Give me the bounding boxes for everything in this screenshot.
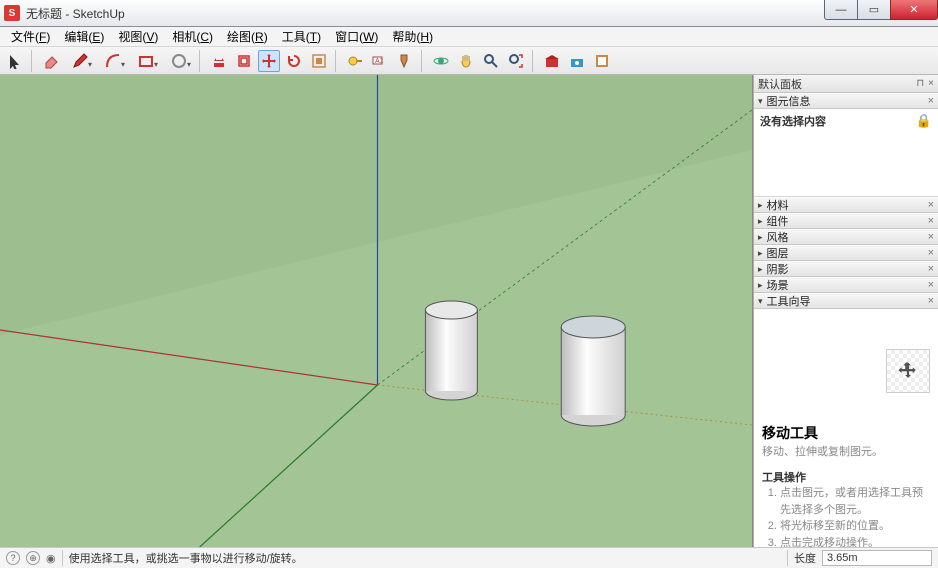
orbit-tool[interactable] xyxy=(430,50,452,72)
move-cursor-preview xyxy=(886,349,930,393)
instructor-op-item: 点击完成移动操作。 xyxy=(780,535,930,548)
workspace: 默认面板 ⊓ × ▾ 图元信息 × 没有选择内容 🔒 ▸ 材料 × ▸ 组件 ×… xyxy=(0,75,938,547)
caret-right-icon: ▸ xyxy=(758,200,763,211)
warehouse-tool[interactable] xyxy=(541,50,563,72)
menu-f[interactable]: 文件(F) xyxy=(4,26,57,47)
cylinder-1[interactable] xyxy=(425,301,477,400)
circle-tool[interactable] xyxy=(164,50,194,72)
ext-warehouse-tool[interactable] xyxy=(566,50,588,72)
rotate-tool[interactable] xyxy=(283,50,305,72)
instructor-ops-list: 点击图元，或者用选择工具预先选择多个图元。将光标移至新的位置。点击完成移动操作。 xyxy=(780,485,930,547)
zoom-tool[interactable] xyxy=(480,50,502,72)
tray-header[interactable]: 默认面板 ⊓ × xyxy=(754,75,938,93)
menu-r[interactable]: 绘图(R) xyxy=(220,26,275,47)
app-icon: S xyxy=(4,5,20,21)
svg-text:A1: A1 xyxy=(375,58,384,65)
entity-info-no-selection: 没有选择内容 xyxy=(760,113,826,129)
status-hint: 使用选择工具，或挑选一事物以进行移动/旋转。 xyxy=(69,550,303,566)
length-value[interactable]: 3.65m xyxy=(822,550,932,566)
close-button[interactable]: ✕ xyxy=(890,0,938,20)
move-tool[interactable] xyxy=(258,50,280,72)
pin-icon[interactable]: ⊓ xyxy=(916,78,924,89)
instructor-tool-name: 移动工具 xyxy=(762,423,930,443)
close-tray-icon[interactable]: × xyxy=(928,78,934,89)
panel-entity-info-body: 没有选择内容 🔒 xyxy=(754,109,938,197)
layout-tool[interactable] xyxy=(591,50,613,72)
arc-tool[interactable] xyxy=(98,50,128,72)
panel-instructor-body: 移动工具 移动、拉伸或复制图元。 工具操作 点击图元，或者用选择工具预先选择多个… xyxy=(754,309,938,547)
menu-t[interactable]: 工具(T) xyxy=(275,26,328,47)
paint-tool[interactable] xyxy=(394,50,416,72)
caret-down-icon: ▾ xyxy=(758,296,763,307)
offset-tool[interactable] xyxy=(233,50,255,72)
tray-title: 默认面板 xyxy=(758,76,802,92)
menu-c[interactable]: 相机(C) xyxy=(165,26,220,47)
window-title: 无标题 - SketchUp xyxy=(26,5,125,22)
select-tool[interactable] xyxy=(4,50,26,72)
status-bar: ? ⊕ ◉ 使用选择工具，或挑选一事物以进行移动/旋转。 长度 3.65m xyxy=(0,547,938,568)
panel-materials-header[interactable]: ▸ 材料 × xyxy=(754,197,938,213)
line-tool[interactable] xyxy=(65,50,95,72)
eraser-tool[interactable] xyxy=(40,50,62,72)
menu-w[interactable]: 窗口(W) xyxy=(328,26,385,47)
default-tray: 默认面板 ⊓ × ▾ 图元信息 × 没有选择内容 🔒 ▸ 材料 × ▸ 组件 ×… xyxy=(753,75,938,547)
menu-h[interactable]: 帮助(H) xyxy=(385,26,440,47)
instructor-op-item: 将光标移至新的位置。 xyxy=(780,518,930,535)
collapse-icon[interactable]: × xyxy=(928,95,934,107)
zoom-extents-tool[interactable] xyxy=(505,50,527,72)
length-label: 长度 xyxy=(794,550,816,566)
tape-tool[interactable] xyxy=(344,50,366,72)
help-icon[interactable]: ? xyxy=(6,551,20,565)
cylinder-2[interactable] xyxy=(561,316,625,426)
panel-entity-info-header[interactable]: ▾ 图元信息 × xyxy=(754,93,938,109)
lock-icon[interactable]: 🔒 xyxy=(916,113,932,129)
viewport-3d[interactable] xyxy=(0,75,753,547)
pan-tool[interactable] xyxy=(455,50,477,72)
window-controls: — ▭ ✕ xyxy=(825,0,938,20)
menu-bar: 文件(F)编辑(E)视图(V)相机(C)绘图(R)工具(T)窗口(W)帮助(H) xyxy=(0,27,938,47)
title-bar: S 无标题 - SketchUp — ▭ ✕ xyxy=(0,0,938,27)
panel-shadows-header[interactable]: ▸ 阴影 × xyxy=(754,261,938,277)
panel-components-header[interactable]: ▸ 组件 × xyxy=(754,213,938,229)
menu-v[interactable]: 视图(V) xyxy=(111,26,165,47)
panel-layers-header[interactable]: ▸ 图层 × xyxy=(754,245,938,261)
maximize-button[interactable]: ▭ xyxy=(857,0,891,20)
instructor-ops-title: 工具操作 xyxy=(762,469,930,485)
instructor-tool-desc: 移动、拉伸或复制图元。 xyxy=(762,443,930,459)
panel-styles-header[interactable]: ▸ 风格 × xyxy=(754,229,938,245)
panel-instructor-header[interactable]: ▾ 工具向导 × xyxy=(754,293,938,309)
rect-tool[interactable] xyxy=(131,50,161,72)
panel-scenes-header[interactable]: ▸ 场景 × xyxy=(754,277,938,293)
geo-icon[interactable]: ⊕ xyxy=(26,551,40,565)
pushpull-tool[interactable] xyxy=(208,50,230,72)
caret-down-icon: ▾ xyxy=(758,96,763,107)
instructor-op-item: 点击图元，或者用选择工具预先选择多个图元。 xyxy=(780,485,930,518)
minimize-button[interactable]: — xyxy=(824,0,858,20)
person-icon[interactable]: ◉ xyxy=(46,552,56,565)
menu-e[interactable]: 编辑(E) xyxy=(57,26,111,47)
scale-tool[interactable] xyxy=(308,50,330,72)
text-tool[interactable]: A1 xyxy=(369,50,391,72)
main-toolbar: A1 xyxy=(0,47,938,75)
